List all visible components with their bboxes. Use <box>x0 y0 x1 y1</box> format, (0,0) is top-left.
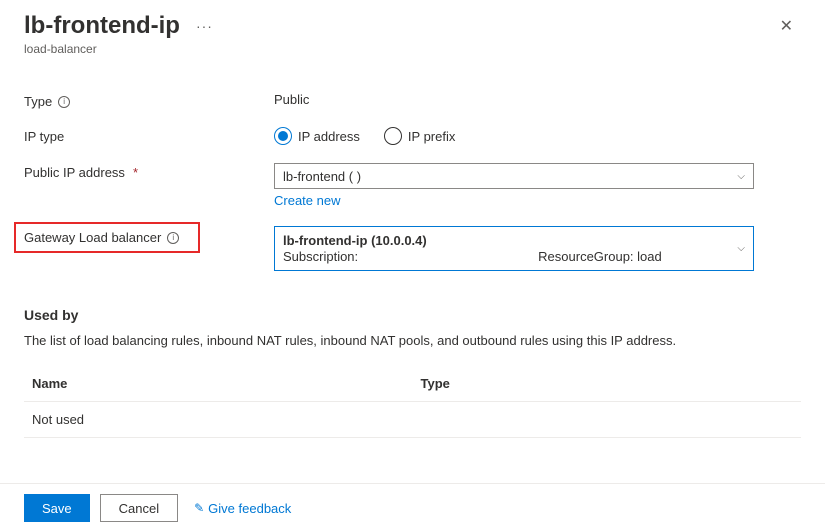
radio-ip-prefix[interactable]: IP prefix <box>384 127 455 145</box>
info-icon[interactable]: i <box>167 232 179 244</box>
more-actions-button[interactable]: ··· <box>192 18 217 34</box>
info-icon[interactable]: i <box>58 96 70 108</box>
column-type: Type <box>413 366 802 402</box>
usedby-table: Name Type Not used <box>24 366 801 438</box>
public-ip-dropdown[interactable]: lb-frontend ( ) ⌵ <box>274 163 754 189</box>
give-feedback-link[interactable]: ✎ Give feedback <box>194 501 291 516</box>
table-row: Not used <box>24 402 801 438</box>
chevron-down-icon: ⌵ <box>737 171 745 182</box>
page-title: lb-frontend-ip <box>24 12 180 40</box>
feedback-label: Give feedback <box>208 501 291 516</box>
radio-ip-address[interactable]: IP address <box>274 127 360 145</box>
gateway-label-highlight: Gateway Load balancer i <box>14 222 200 253</box>
page-subtitle: load-balancer <box>24 42 217 56</box>
gateway-subscription-label: Subscription: <box>283 249 358 264</box>
type-value: Public <box>274 92 309 107</box>
gateway-dropdown[interactable]: lb-frontend-ip (10.0.0.4) Subscription: … <box>274 226 754 271</box>
save-button[interactable]: Save <box>24 494 90 522</box>
close-button[interactable]: ✕ <box>772 12 801 40</box>
public-ip-label: Public IP address <box>24 165 125 180</box>
required-indicator: * <box>133 165 138 180</box>
usedby-description: The list of load balancing rules, inboun… <box>24 333 801 348</box>
usedby-heading: Used by <box>24 307 801 323</box>
gateway-selected-title: lb-frontend-ip (10.0.0.4) <box>283 233 662 248</box>
dropdown-value: lb-frontend ( ) <box>283 169 361 184</box>
cancel-button[interactable]: Cancel <box>100 494 178 522</box>
radio-label: IP address <box>298 129 360 144</box>
iptype-label: IP type <box>24 129 64 144</box>
feedback-icon: ✎ <box>194 501 204 515</box>
create-new-link[interactable]: Create new <box>274 193 340 208</box>
gateway-label: Gateway Load balancer <box>24 230 161 245</box>
radio-icon <box>384 127 402 145</box>
radio-icon <box>274 127 292 145</box>
type-label: Type <box>24 94 52 109</box>
chevron-down-icon: ⌵ <box>737 243 745 254</box>
column-name: Name <box>24 366 413 402</box>
gateway-resourcegroup-label: ResourceGroup: load <box>538 249 662 264</box>
cell-type <box>413 402 802 438</box>
radio-label: IP prefix <box>408 129 455 144</box>
cell-name: Not used <box>24 402 413 438</box>
